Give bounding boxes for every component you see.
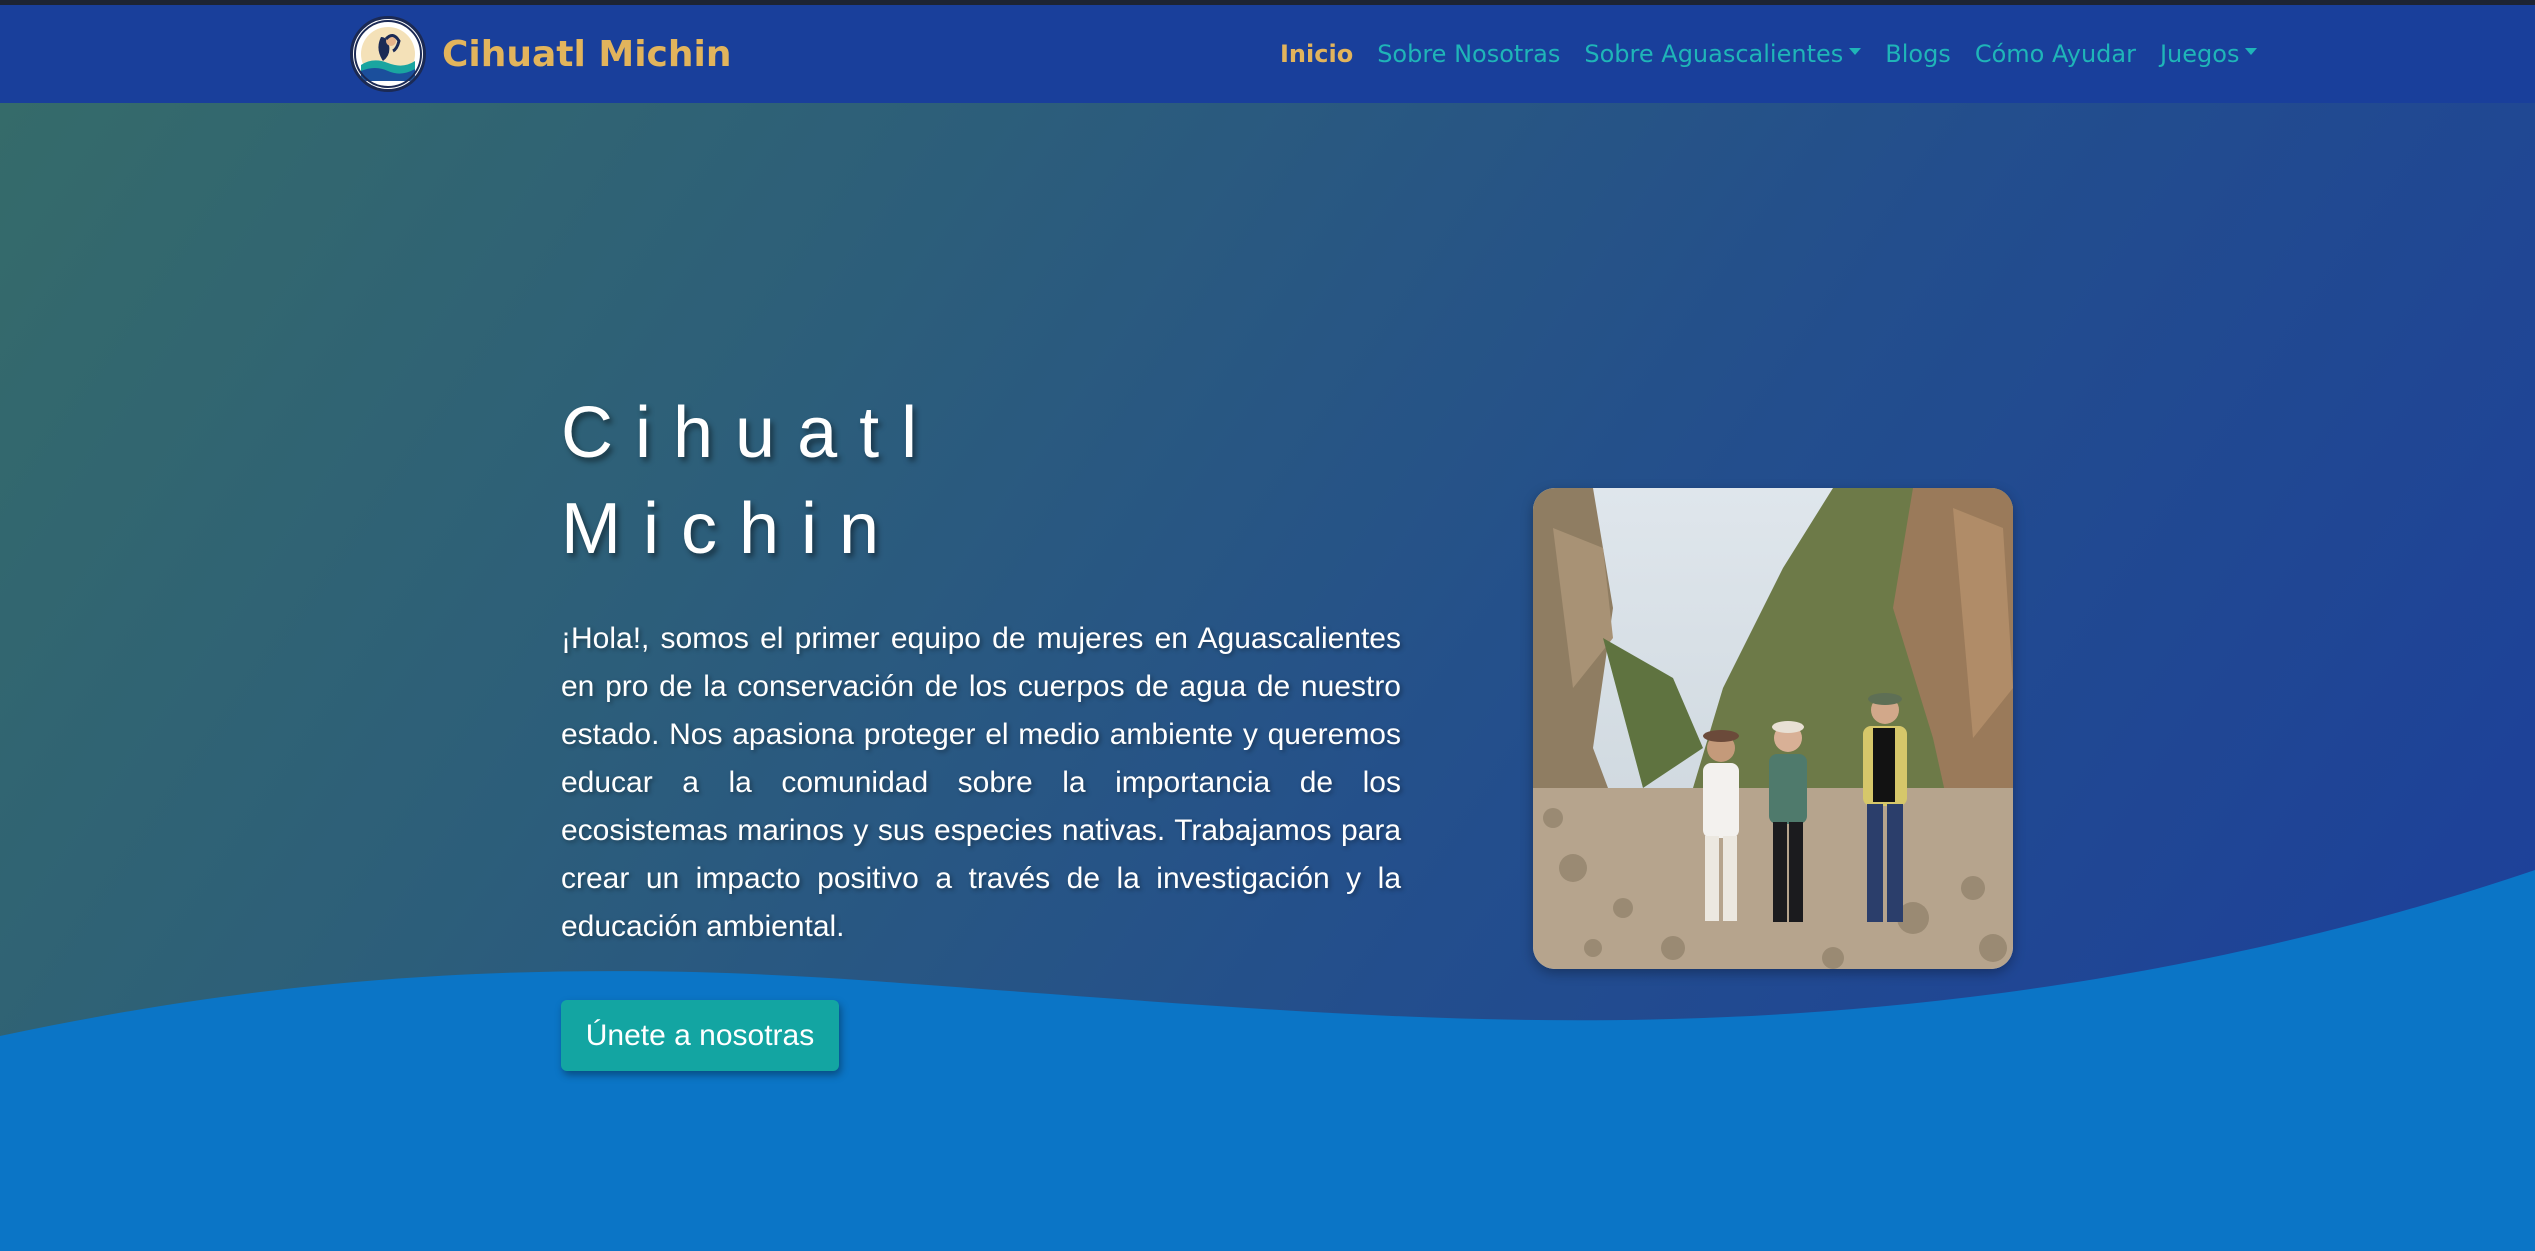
caret-down-icon xyxy=(2245,47,2258,55)
brand-name: Cihuatl Michin xyxy=(442,33,732,75)
nav-sobre-aguascalientes[interactable]: Sobre Aguascalientes xyxy=(1572,40,1873,68)
nav-juegos[interactable]: Juegos xyxy=(2148,40,2269,68)
brand-link[interactable]: Cihuatl Michin xyxy=(350,16,732,92)
nav-inicio[interactable]: Inicio xyxy=(1268,40,1365,68)
nav-sobre-nosotras[interactable]: Sobre Nosotras xyxy=(1365,40,1572,68)
mermaid-logo-icon xyxy=(350,16,426,92)
hero-title-line2: Michin xyxy=(561,489,902,569)
nav-juegos-label: Juegos xyxy=(2159,40,2240,68)
hero-title: Cihuatl Michin xyxy=(561,385,1061,577)
navbar: Cihuatl Michin Inicio Sobre Nosotras Sob… xyxy=(0,5,2535,103)
caret-down-icon xyxy=(1849,47,1862,55)
hero-intro: ¡Hola!, somos el primer equipo de mujere… xyxy=(561,622,1401,943)
join-us-button[interactable]: Únete a nosotras xyxy=(561,1000,839,1071)
nav-como-ayudar[interactable]: Cómo Ayudar xyxy=(1963,40,2148,68)
hero-title-line1: Cihuatl xyxy=(561,393,940,473)
nav-blogs[interactable]: Blogs xyxy=(1873,40,1963,68)
main-nav: Inicio Sobre Nosotras Sobre Aguascalient… xyxy=(1268,5,2269,103)
hero-section: Cihuatl Michin ¡Hola!, somos el primer e… xyxy=(0,103,2535,1251)
team-photo xyxy=(1533,488,2013,969)
nav-sobre-aguascalientes-label: Sobre Aguascalientes xyxy=(1584,40,1844,68)
